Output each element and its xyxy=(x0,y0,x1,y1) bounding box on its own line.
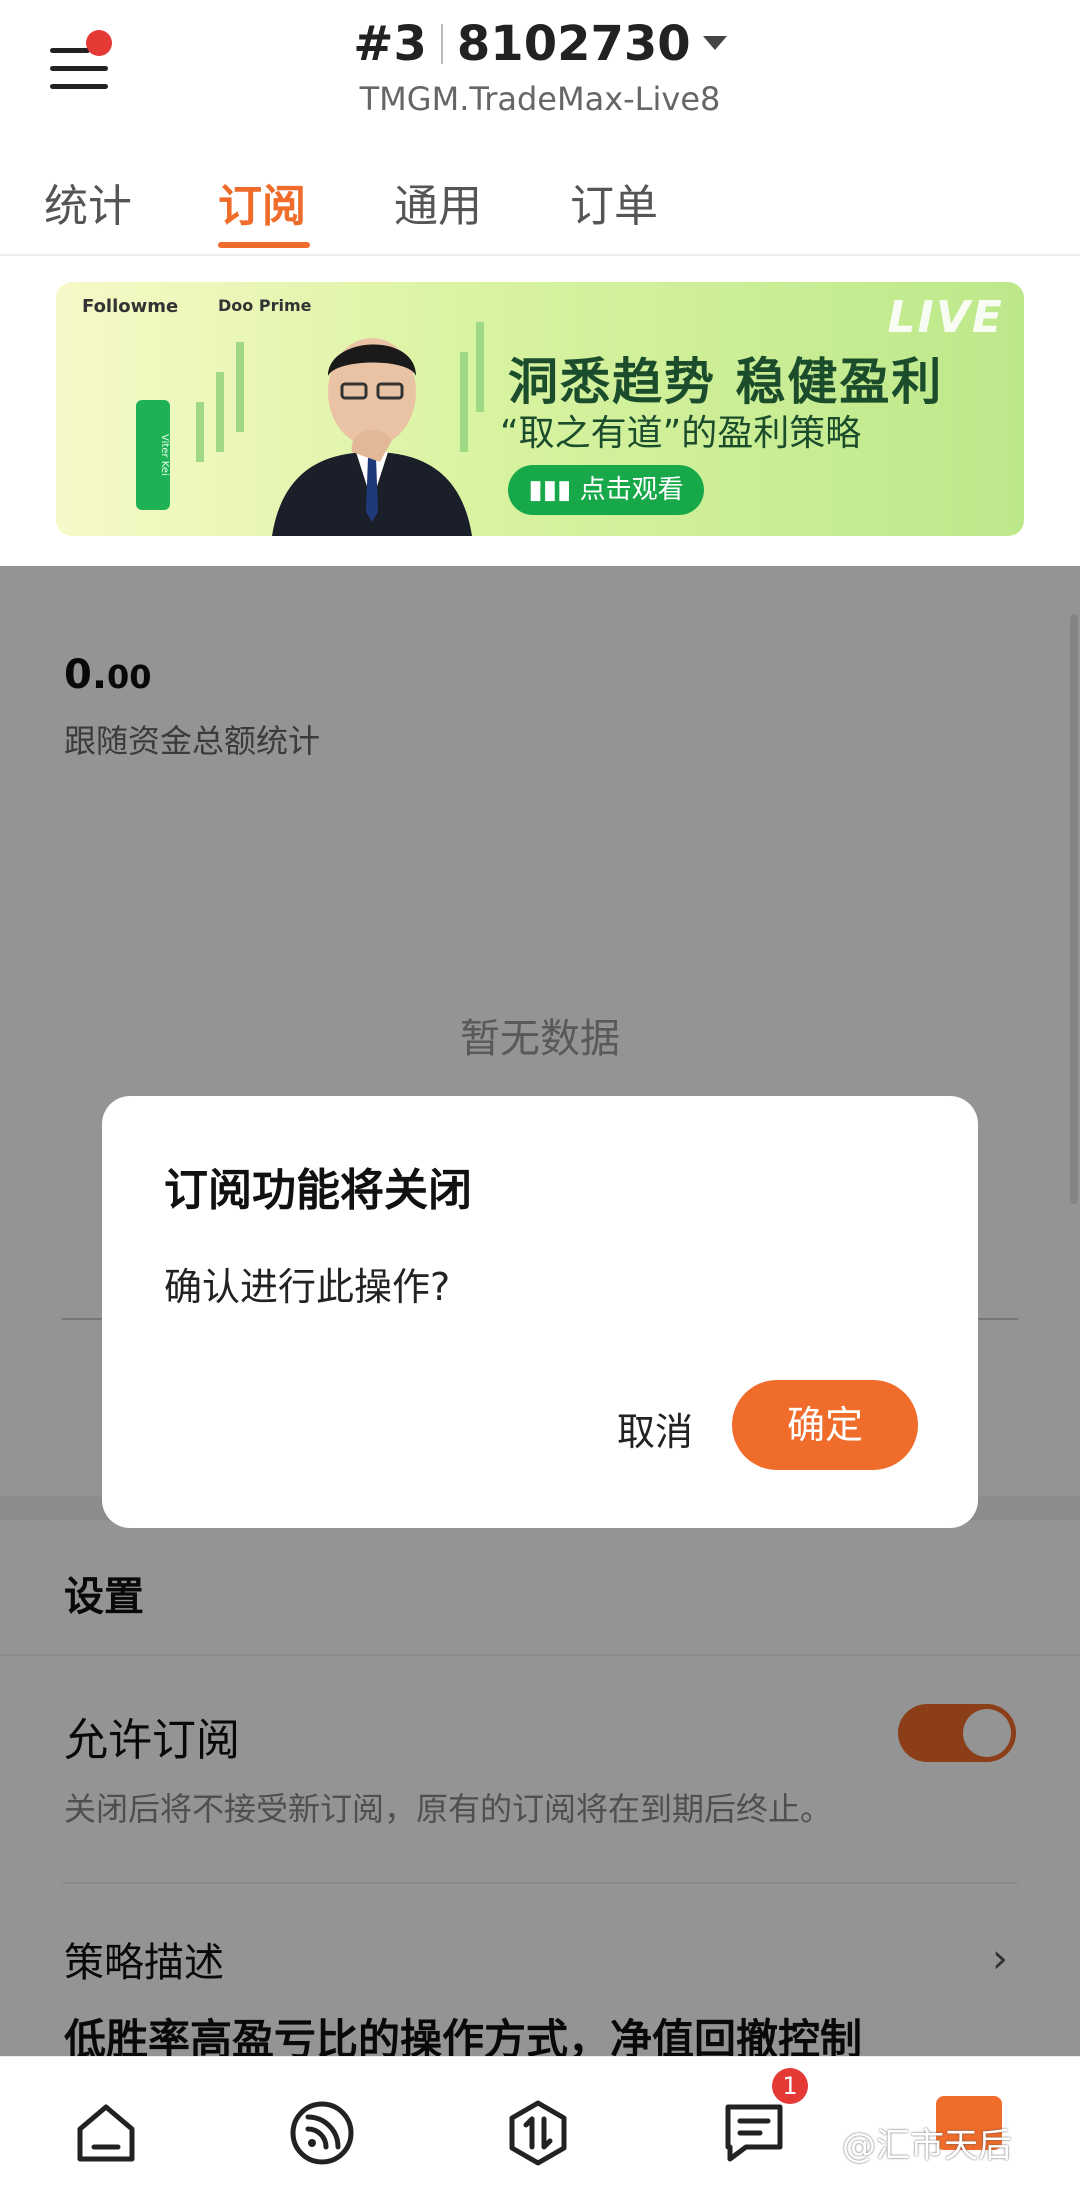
scrollbar[interactable] xyxy=(1070,614,1078,1204)
live-label: LIVE xyxy=(887,292,1004,343)
tab-orders[interactable]: 订单 xyxy=(570,170,658,234)
confirm-button[interactable]: 确定 xyxy=(732,1380,918,1470)
promo-banner[interactable]: Followme Doo Prime LIVE Viter Kei 洞悉趋势 稳… xyxy=(56,282,1024,536)
messages-icon[interactable] xyxy=(720,2099,788,2167)
tab-subscribe[interactable]: 订阅 xyxy=(218,170,306,234)
feed-icon[interactable] xyxy=(288,2099,356,2167)
tab-general[interactable]: 通用 xyxy=(394,170,482,234)
bar-chart-icon: ▮▮▮ xyxy=(528,475,580,505)
tab-stats[interactable]: 统计 xyxy=(44,170,132,234)
confirm-dialog: 订阅功能将关闭 确认进行此操作? 取消 确定 xyxy=(102,1096,978,1528)
tab-bar: 统计 订阅 通用 订单 xyxy=(0,150,1080,256)
watch-button-label: 点击观看 xyxy=(579,475,684,505)
server-name: TMGM.TradeMax-Live8 xyxy=(359,80,721,118)
account-selector[interactable]: #3 8102730 xyxy=(0,16,1080,72)
presenter-name-tag: Viter Kei xyxy=(136,400,170,510)
app-header: #3 8102730 TMGM.TradeMax-Live8 xyxy=(0,0,1080,140)
messages-badge: 1 xyxy=(772,2068,808,2104)
banner-subheadline: “取之有道”的盈利策略 xyxy=(500,413,862,454)
watermark: @汇市天后 xyxy=(842,2126,1012,2166)
trade-icon[interactable] xyxy=(504,2099,572,2167)
dialog-message: 确认进行此操作? xyxy=(164,1265,451,1309)
followme-logo: Followme xyxy=(82,296,179,317)
caret-down-icon xyxy=(702,36,727,50)
account-id: 8102730 xyxy=(456,16,691,72)
cancel-button[interactable]: 取消 xyxy=(570,1390,740,1474)
presenter-photo xyxy=(272,338,472,536)
watch-button[interactable]: ▮▮▮ 点击观看 xyxy=(508,465,704,515)
account-number: #3 xyxy=(353,16,427,72)
home-icon[interactable] xyxy=(72,2099,140,2167)
active-tab-indicator xyxy=(218,242,310,248)
dialog-title: 订阅功能将关闭 xyxy=(164,1165,472,1216)
